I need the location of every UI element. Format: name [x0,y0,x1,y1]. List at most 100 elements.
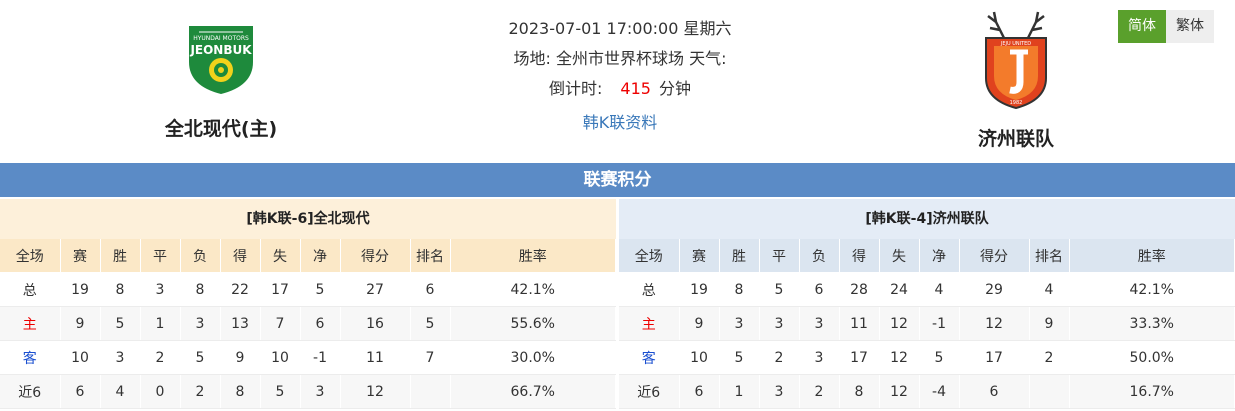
table-cell: 近6 [619,374,680,409]
table-cell: 3 [100,340,141,375]
table-cell: 19 [679,272,720,307]
table-cell: 5 [759,272,800,307]
table-cell: 3 [300,374,341,409]
countdown-label: 倒计时: [549,79,603,98]
table-cell: 8 [100,272,141,307]
countdown: 倒计时: 415 分钟 [420,74,820,104]
col-header: 负 [180,239,221,273]
table-cell: 8 [839,374,880,409]
col-header: 平 [759,239,800,273]
col-header: 赛 [60,239,101,273]
col-header: 得 [220,239,261,273]
table-cell: 5 [719,340,760,375]
col-header: 失 [879,239,920,273]
table-cell: 12 [879,340,920,375]
match-info: 2023-07-01 17:00:00 星期六 场地: 全州市世界杯球场 天气:… [420,14,820,138]
table-cell: 17 [260,272,301,307]
table-cell: 9 [60,306,101,341]
table-cell: 28 [839,272,880,307]
col-header: 失 [260,239,301,273]
away-team: JEJU UNITED 1982 济州联队 [916,8,1116,151]
table-cell: 55.6% [450,306,616,341]
table-cell: 27 [340,272,411,307]
table-cell: 4 [100,374,141,409]
home-team-name: 全北现代(主) [164,118,278,140]
language-toggle: 简体 繁体 [1118,10,1214,43]
table-cell: 16 [340,306,411,341]
away-standings-title: [韩K联-4]济州联队 [619,199,1235,239]
match-venue: 场地: 全州市世界杯球场 天气: [513,49,727,68]
table-cell: 2 [759,340,800,375]
table-cell [410,374,451,409]
table-row: 客 10 5 2 3 17 12 5 17 2 50.0% [619,340,1235,375]
league-info-link[interactable]: 韩K联资料 [420,108,820,138]
away-logo-text: JEJU UNITED [1000,41,1031,47]
table-cell: 主 [0,306,61,341]
col-header: 净 [300,239,341,273]
table-cell: 3 [180,306,221,341]
countdown-value: 415 [620,79,651,98]
col-header: 平 [140,239,181,273]
simplified-chinese-button[interactable]: 简体 [1118,10,1166,43]
col-header: 得分 [959,239,1030,273]
table-cell: 8 [220,374,261,409]
table-cell: 客 [619,340,680,375]
table-cell: -4 [919,374,960,409]
table-cell: -1 [919,306,960,341]
table-cell: 6 [679,374,720,409]
table-cell: 3 [799,306,840,341]
table-row: 客 10 3 2 5 9 10 -1 11 7 30.0% [0,340,616,375]
table-cell: 3 [799,340,840,375]
table-cell: 1 [719,374,760,409]
table-cell: 5 [100,306,141,341]
table-cell: 50.0% [1069,340,1235,375]
table-cell: 5 [260,374,301,409]
home-standings-panel: [韩K联-6]全北现代 全场 赛 胜 平 负 得 失 净 得分 排名 胜率 总 [0,199,616,411]
col-header: 净 [919,239,960,273]
home-team: HYUNDAI MOTORS JEONBUK 全北现代(主) [121,18,321,141]
table-cell: -1 [300,340,341,375]
table-cell: 10 [679,340,720,375]
table-cell: 2 [799,374,840,409]
standings-title: 联赛积分 [0,163,1235,197]
table-row: 近6 6 1 3 2 8 12 -4 6 16.7% [619,374,1235,409]
home-logo-subtext: HYUNDAI MOTORS [193,35,249,42]
table-cell: 0 [140,374,181,409]
table-cell: 12 [879,374,920,409]
table-cell: 17 [959,340,1030,375]
table-cell: 2 [140,340,181,375]
table-cell: 17 [839,340,880,375]
table-cell: 10 [260,340,301,375]
table-cell: 5 [410,306,451,341]
table-row: 主 9 5 1 3 13 7 6 16 5 55.6% [0,306,616,341]
traditional-chinese-button[interactable]: 繁体 [1166,10,1214,43]
col-header: 负 [799,239,840,273]
table-cell: 2 [180,374,221,409]
col-header: 排名 [1029,239,1070,273]
table-cell: 24 [879,272,920,307]
col-header: 全场 [0,239,61,273]
table-cell [1029,374,1070,409]
table-cell: 22 [220,272,261,307]
table-cell: 29 [959,272,1030,307]
away-standings-panel: [韩K联-4]济州联队 全场 赛 胜 平 负 得 失 净 得分 排名 胜率 总 [619,199,1235,411]
table-cell: 2 [1029,340,1070,375]
table-cell: 5 [180,340,221,375]
table-cell: 3 [759,306,800,341]
table-cell: 近6 [0,374,61,409]
away-team-logo-icon: JEJU UNITED 1982 [985,11,1047,110]
table-cell: 3 [759,374,800,409]
table-cell: 3 [719,306,760,341]
table-cell: 客 [0,340,61,375]
col-header: 胜 [719,239,760,273]
table-cell: 12 [879,306,920,341]
table-header-row: 全场 赛 胜 平 负 得 失 净 得分 排名 胜率 [0,239,616,273]
table-cell: 4 [1029,272,1070,307]
match-datetime: 2023-07-01 17:00:00 星期六 [508,19,732,38]
table-cell: 11 [340,340,411,375]
table-cell: 42.1% [1069,272,1235,307]
table-cell: 6 [959,374,1030,409]
table-cell: 12 [959,306,1030,341]
home-standings-title: [韩K联-6]全北现代 [0,199,616,239]
col-header: 胜率 [1069,239,1235,273]
